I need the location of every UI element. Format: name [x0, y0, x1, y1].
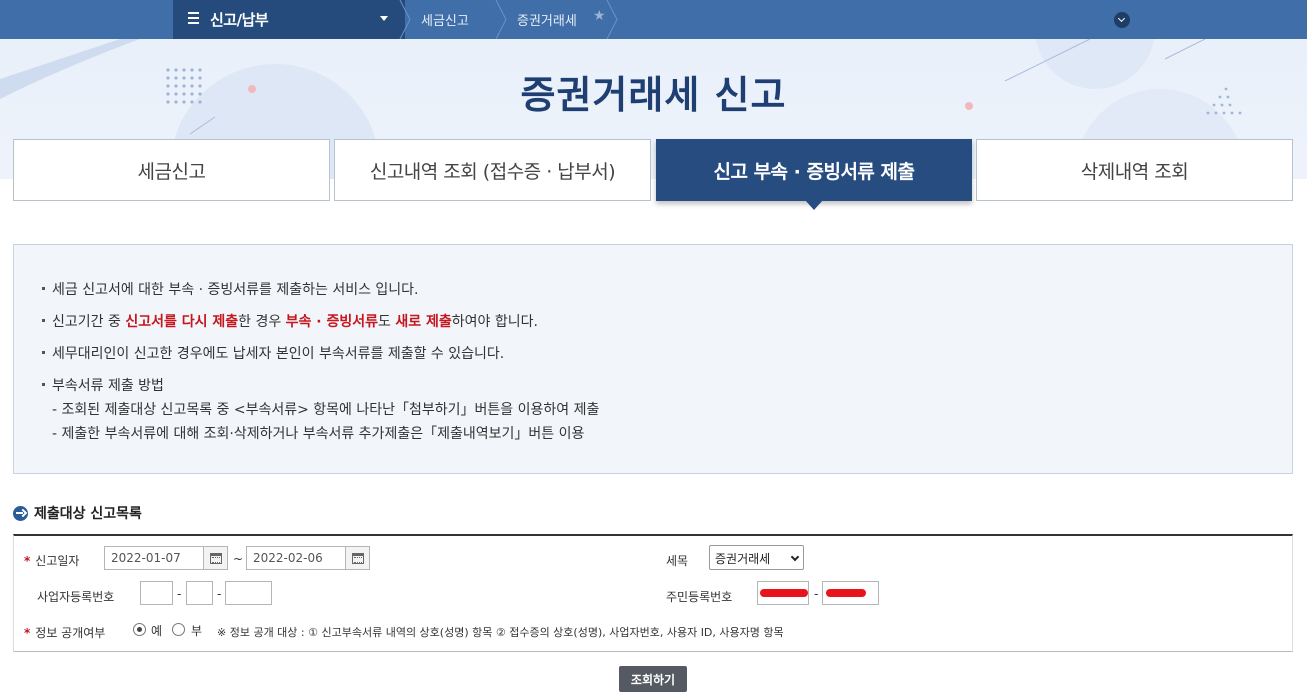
info-line: 부속서류 제출 방법 — [42, 375, 164, 395]
main-menu-label[interactable]: 신고/납부 — [210, 9, 269, 30]
breadcrumb-separator-icon — [399, 0, 411, 39]
resident-number-label: 주민등록번호 — [666, 590, 733, 604]
tab-deleted-history[interactable]: 삭제내역 조회 — [976, 139, 1293, 201]
info-highlight: 새로 제출 — [395, 314, 452, 330]
info-sub-line: - 조회된 제출대상 신고목록 중 <부속서류> 항목에 나타난「첨부하기」버튼… — [52, 402, 600, 418]
info-line: 세금 신고서에 대한 부속 · 증빙서류를 제출하는 서비스 입니다. — [42, 279, 419, 299]
redaction-mark — [826, 589, 866, 597]
favorite-star-icon[interactable]: ★ — [593, 8, 606, 24]
public-no-radio[interactable] — [172, 623, 185, 636]
public-info-note: ※ 정보 공개 대상 : ① 신고부속서류 내역의 상호(성명) 항목 ② 접수… — [217, 626, 784, 639]
date-from-input[interactable] — [104, 546, 204, 570]
date-label-text: 신고일자 — [35, 554, 80, 568]
tab-tax-report[interactable]: 세금신고 — [13, 139, 330, 201]
public-yes-radio[interactable] — [133, 623, 146, 636]
active-tab-pointer-icon — [805, 200, 823, 210]
dash-separator: - — [814, 587, 819, 601]
calendar-icon[interactable] — [203, 546, 228, 570]
redaction-mark — [760, 589, 808, 597]
calendar-icon[interactable] — [345, 546, 370, 570]
bullet-icon — [42, 350, 45, 354]
section-title-text: 제출대상 신고목록 — [34, 506, 142, 522]
tax-type-select[interactable]: 증권거래세 — [709, 545, 804, 570]
info-box: 세금 신고서에 대한 부속 · 증빙서류를 제출하는 서비스 입니다. 신고기간… — [13, 244, 1293, 474]
info-text: 신고기간 중 — [52, 314, 126, 330]
info-line: 세무대리인이 신고한 경우에도 납세자 본인이 부속서류를 제출할 수 있습니다… — [42, 343, 504, 363]
date-label: * 신고일자 — [24, 552, 79, 569]
info-text: 한 경우 — [238, 314, 286, 330]
resident-number-part2[interactable] — [822, 581, 879, 605]
info-text: 세무대리인이 신고한 경우에도 납세자 본인이 부속서류를 제출할 수 있습니다… — [52, 346, 505, 362]
section-title: 제출대상 신고목록 — [13, 503, 142, 523]
chevron-down-icon — [790, 552, 800, 562]
info-text: 세금 신고서에 대한 부속 · 증빙서류를 제출하는 서비스 입니다. — [52, 282, 419, 298]
date-to-input[interactable] — [246, 546, 346, 570]
bullet-icon — [42, 382, 45, 386]
info-text: 부속서류 제출 방법 — [52, 378, 164, 394]
bullet-icon — [42, 286, 45, 290]
bullet-icon — [42, 318, 45, 322]
caret-down-icon[interactable] — [380, 16, 388, 21]
public-yes-label[interactable]: 예 — [151, 622, 162, 639]
info-text: 하여야 합니다. — [451, 314, 538, 330]
breadcrumb-separator-icon — [606, 0, 618, 39]
search-form: * 신고일자 ~ 세목 증권거래세 사업자등록번호 - - 주민등록번호 - * 정… — [13, 534, 1293, 652]
top-nav-bar: 신고/납부 세금신고 증권거래세 ★ — [0, 0, 1307, 39]
page-title: 증권거래세 신고 — [520, 73, 787, 117]
info-highlight: 부속 · 증빙서류 — [285, 314, 379, 330]
date-range-tilde: ~ — [233, 552, 244, 566]
main-menu-dropdown[interactable] — [173, 0, 405, 39]
tab-attachment-submission[interactable]: 신고 부속 · 증빙서류 제출 — [656, 139, 972, 210]
dash-separator: - — [177, 587, 182, 601]
public-info-label-text: 정보 공개여부 — [35, 626, 106, 640]
required-mark: * — [24, 554, 31, 568]
public-no-label[interactable]: 부 — [191, 622, 202, 639]
breadcrumb-item-securities-tax[interactable]: 증권거래세 — [517, 10, 577, 29]
info-line: 신고기간 중 신고서를 다시 제출한 경우 부속 · 증빙서류도 새로 제출하여… — [42, 311, 538, 331]
search-button[interactable]: 조회하기 — [619, 666, 687, 692]
business-number-part3[interactable] — [225, 581, 272, 605]
hamburger-icon[interactable] — [188, 12, 199, 24]
public-info-label: * 정보 공개여부 — [24, 624, 105, 641]
info-sub-line: - 제출한 부속서류에 대해 조회·삭제하거나 부속서류 추가제출은「제출내역보… — [52, 426, 585, 442]
breadcrumb-separator-icon — [495, 0, 507, 39]
expand-chevron-icon[interactable] — [1114, 12, 1130, 28]
required-mark: * — [24, 626, 31, 640]
info-text: 도 — [378, 314, 396, 330]
business-number-part2[interactable] — [186, 581, 213, 605]
business-number-label: 사업자등록번호 — [37, 590, 115, 604]
tab-attachment-submission-label: 신고 부속 · 증빙서류 제출 — [713, 160, 915, 183]
tab-report-history[interactable]: 신고내역 조회 (접수증 · 납부서) — [334, 139, 651, 201]
resident-number-part1[interactable] — [757, 581, 809, 605]
breadcrumb-item-tax-report[interactable]: 세금신고 — [421, 10, 469, 29]
tax-type-label: 세목 — [666, 554, 689, 568]
business-number-part1[interactable] — [140, 581, 173, 605]
arrow-circle-icon — [13, 505, 28, 521]
dash-separator: - — [217, 587, 222, 601]
tab-bar: 세금신고 신고내역 조회 (접수증 · 납부서) 신고 부속 · 증빙서류 제출… — [13, 139, 1293, 210]
info-highlight: 신고서를 다시 제출 — [125, 314, 239, 330]
tax-type-value: 증권거래세 — [715, 552, 771, 566]
